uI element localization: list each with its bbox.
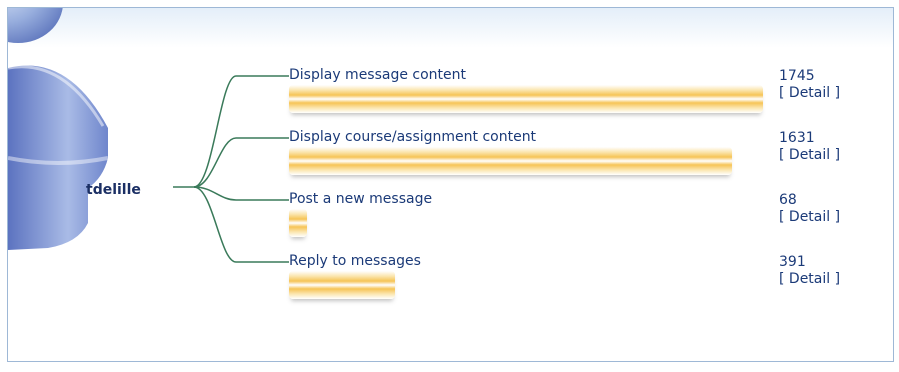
detail-link[interactable]: [ Detail ] (779, 85, 840, 101)
connector-branch (193, 186, 289, 263)
activity-label: Post a new message (289, 191, 433, 207)
tree-connectors (173, 75, 289, 263)
activity-label: Reply to messages (289, 253, 421, 269)
connector-branch (193, 186, 289, 201)
activity-count: 68 (779, 192, 797, 208)
activity-bar (289, 209, 307, 237)
activity-bar (289, 147, 732, 175)
activity-count: 1631 (779, 130, 815, 146)
detail-link[interactable]: [ Detail ] (779, 271, 840, 287)
activity-label: Display message content (289, 67, 467, 83)
detail-link[interactable]: [ Detail ] (779, 147, 840, 163)
activity-count: 391 (779, 254, 806, 270)
connector-branch (193, 75, 289, 188)
activity-count: 1745 (779, 68, 815, 84)
activity-bar (289, 271, 395, 299)
activity-bar (289, 85, 763, 113)
detail-link[interactable]: [ Detail ] (779, 209, 840, 225)
activity-panel: tdelille Display message content 1745[ De… (7, 7, 894, 362)
activity-label: Display course/assignment content (289, 129, 537, 145)
